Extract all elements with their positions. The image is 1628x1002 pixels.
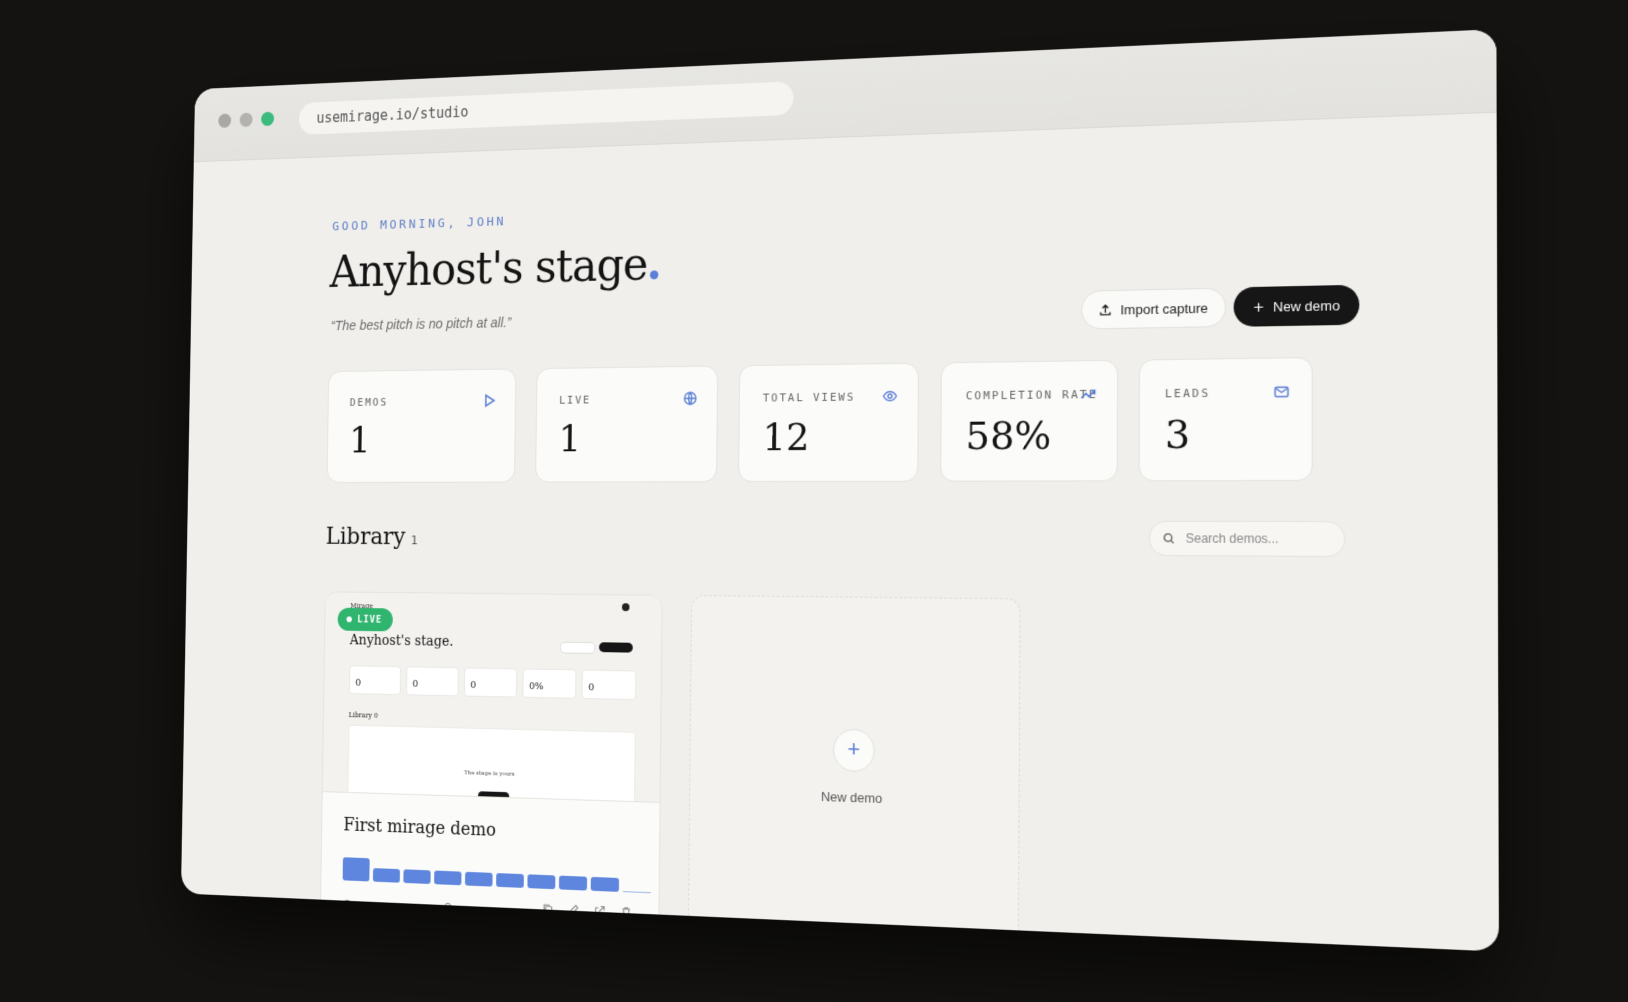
step-bar[interactable]	[527, 874, 556, 890]
preview-stat: 0	[406, 666, 459, 697]
step-bar[interactable]	[464, 871, 493, 887]
preview-stat: 0%	[522, 668, 577, 699]
demo-card[interactable]: Mirage Anyhost's stage. 0 0 0 0% 0 Libra…	[319, 591, 663, 952]
steps-count: 10 steps	[382, 899, 431, 915]
preview-new-demo-button	[598, 642, 633, 653]
library-heading: Library 1	[326, 523, 418, 550]
stat-value: 58%	[965, 412, 1052, 459]
play-icon	[482, 393, 497, 409]
upload-icon	[1099, 303, 1112, 317]
page-title-text: Anyhost's stage	[329, 237, 648, 298]
preview-stat: 0	[463, 667, 518, 698]
studio-page: GOOD MORNING, JOHN Anyhost's stage “The …	[181, 112, 1499, 952]
title-accent-dot	[650, 270, 659, 280]
library-count: 1	[410, 533, 418, 549]
stat-value: 12	[762, 415, 810, 460]
updated-time: just now	[458, 903, 508, 919]
greeting: GOOD MORNING, JOHN	[332, 214, 507, 235]
stat-label: DEMOS	[349, 395, 389, 409]
preview-library-heading: Library 0	[348, 711, 378, 720]
page-quote: “The best pitch is no pitch at all.”	[330, 314, 512, 334]
import-capture-button[interactable]: Import capture	[1081, 287, 1227, 330]
preview-empty-state: The stage is yours	[347, 724, 636, 803]
browser-window: usemirage.io/studio GOOD MORNING, JOHN A…	[180, 29, 1499, 952]
preview-title: Anyhost's stage.	[349, 632, 454, 650]
step-bar[interactable]	[342, 857, 370, 882]
plus-icon[interactable]: +	[832, 728, 875, 773]
external-link-icon[interactable]	[594, 905, 605, 917]
address-bar[interactable]: usemirage.io/studio	[298, 81, 794, 135]
stat-card-demos: DEMOS 1	[326, 368, 517, 483]
import-capture-label: Import capture	[1120, 299, 1209, 318]
step-progress	[342, 857, 652, 894]
eye-icon	[342, 898, 352, 909]
stat-card-leads: LEADS 3	[1138, 356, 1313, 482]
page-title: Anyhost's stage	[329, 237, 659, 297]
status-badge-label: LIVE	[357, 614, 383, 626]
scene: usemirage.io/studio GOOD MORNING, JOHN A…	[0, 0, 1628, 1002]
demo-title[interactable]: First mirage demo	[343, 815, 496, 841]
stat-label: LIVE	[559, 393, 592, 407]
duplicate-icon[interactable]	[542, 902, 553, 914]
stat-label: TOTAL VIEWS	[762, 390, 856, 405]
status-badge: LIVE	[337, 607, 394, 632]
minimize-window-button[interactable]	[239, 112, 253, 128]
preview-avatar	[621, 603, 630, 612]
search-input[interactable]	[1183, 530, 1338, 548]
search-box[interactable]	[1148, 520, 1346, 558]
step-bar[interactable]	[403, 869, 431, 885]
new-demo-card[interactable]: + New demo	[687, 595, 1021, 952]
eye-icon	[882, 388, 898, 404]
stat-value: 1	[348, 419, 371, 462]
plus-icon	[1253, 301, 1265, 313]
updated-meta: just now	[443, 902, 508, 919]
demo-meta: 12 10 steps just now	[342, 898, 507, 919]
mail-icon	[1273, 383, 1290, 400]
preview-stat: 0	[348, 665, 402, 696]
maximize-window-button[interactable]	[260, 111, 275, 127]
views-meta: 12	[342, 898, 370, 913]
stat-card-live: LIVE 1	[535, 365, 719, 483]
step-bar[interactable]	[372, 868, 400, 883]
stat-label: LEADS	[1164, 386, 1211, 401]
stat-label: COMPLETION RATE	[965, 387, 1098, 403]
demo-actions	[542, 902, 632, 918]
new-demo-label: New demo	[1273, 297, 1340, 315]
trash-icon[interactable]	[621, 906, 632, 918]
globe-icon	[683, 390, 698, 406]
step-bar[interactable]	[558, 875, 588, 891]
preview-import-button	[559, 641, 596, 654]
step-bar-end	[622, 891, 652, 894]
demo-preview-thumbnail[interactable]: Mirage Anyhost's stage. 0 0 0 0% 0 Libra…	[322, 592, 662, 803]
stat-value: 1	[558, 417, 582, 461]
step-bar[interactable]	[590, 876, 620, 892]
stat-value: 3	[1164, 411, 1191, 458]
preview-empty-text: The stage is yours	[463, 769, 515, 778]
search-icon	[1162, 532, 1175, 545]
live-dot-icon	[346, 616, 352, 623]
stat-card-completion-rate: COMPLETION RATE 58%	[940, 359, 1119, 482]
library-title: Library	[325, 522, 406, 550]
edit-icon[interactable]	[568, 904, 579, 916]
trend-up-icon	[1080, 386, 1097, 403]
preview-empty-button	[477, 791, 510, 802]
stat-card-total-views: TOTAL VIEWS 12	[738, 362, 919, 483]
clock-icon	[443, 902, 453, 913]
views-count: 12	[357, 899, 370, 913]
close-window-button[interactable]	[218, 113, 232, 128]
new-demo-button[interactable]: New demo	[1233, 284, 1360, 327]
step-bar[interactable]	[434, 870, 462, 886]
step-bar[interactable]	[496, 873, 524, 888]
new-demo-card-label: New demo	[820, 788, 883, 807]
preview-stat: 0	[581, 669, 637, 701]
